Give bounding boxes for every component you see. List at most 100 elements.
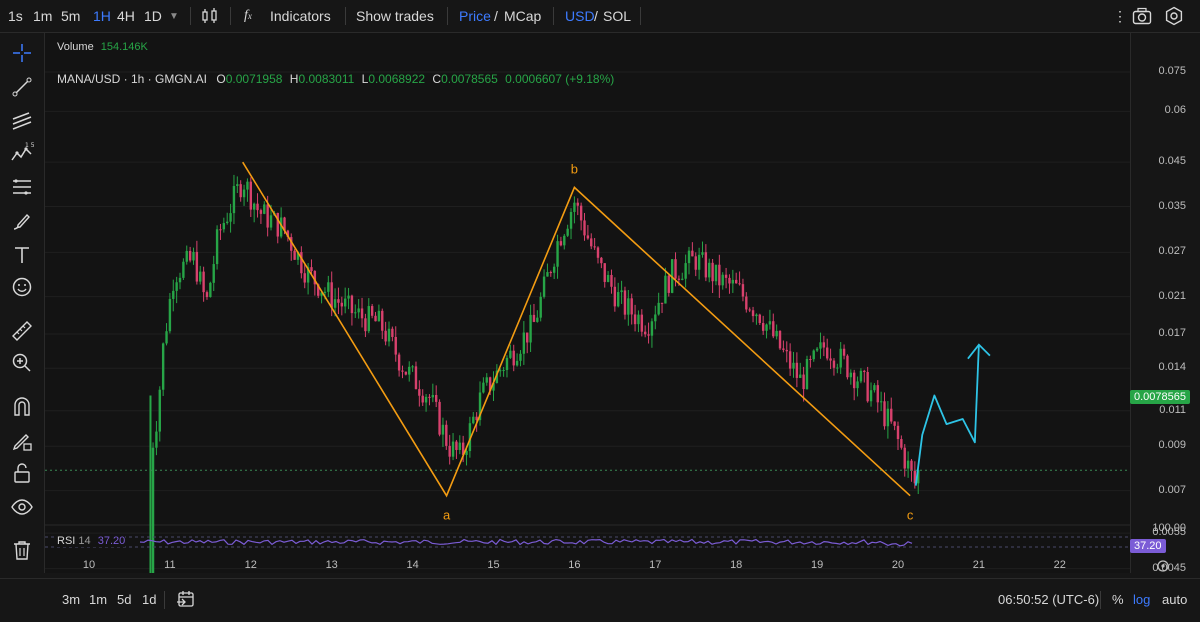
time-tick: 16 xyxy=(568,559,581,571)
candle-body xyxy=(212,264,215,283)
percent-toggle[interactable]: % xyxy=(1112,592,1124,607)
candle-body xyxy=(647,334,650,336)
candle-body xyxy=(239,184,242,198)
zoom-in-icon[interactable] xyxy=(10,351,34,375)
candle-body xyxy=(482,382,485,393)
ruler-icon[interactable] xyxy=(10,319,34,343)
log-toggle[interactable]: log xyxy=(1133,592,1150,607)
candle-body xyxy=(428,396,431,398)
interval-1d[interactable]: 1D xyxy=(144,8,162,24)
candle-body xyxy=(812,350,815,360)
candle-body xyxy=(667,275,670,293)
mcap-toggle[interactable]: MCap xyxy=(504,8,541,24)
sol-toggle[interactable]: SOL xyxy=(603,8,631,24)
candle-body xyxy=(704,252,708,278)
candle-body xyxy=(246,181,249,190)
candle-body xyxy=(620,290,623,293)
interval-1m[interactable]: 1m xyxy=(33,8,52,24)
candle-body xyxy=(876,385,879,403)
candle-body xyxy=(735,279,738,284)
usd-toggle[interactable]: USD xyxy=(565,8,595,24)
candle-body xyxy=(765,324,768,331)
change-value: 0.0006607 (+9.18%) xyxy=(505,72,615,86)
more-options-icon[interactable]: ⋮ xyxy=(1113,8,1127,25)
auto-toggle[interactable]: auto xyxy=(1162,592,1187,607)
trash-icon[interactable] xyxy=(10,538,34,562)
price-toggle[interactable]: Price xyxy=(459,8,491,24)
price-tick: 0.06 xyxy=(1164,104,1186,117)
emoji-icon[interactable] xyxy=(10,275,34,299)
candle-body xyxy=(249,181,252,210)
scale-settings-icon[interactable] xyxy=(1156,559,1170,573)
candle-body xyxy=(694,256,697,270)
candle-body xyxy=(613,286,617,307)
interval-4h[interactable]: 4H xyxy=(117,8,135,24)
wave-label-c: c xyxy=(907,508,914,523)
candle-body xyxy=(199,271,202,282)
candle-body xyxy=(360,308,364,319)
candle-body xyxy=(155,431,158,448)
candle-body xyxy=(188,250,192,261)
candle-body xyxy=(165,331,168,344)
candle-body xyxy=(788,351,792,369)
camera-icon[interactable] xyxy=(1132,7,1152,25)
range-5d[interactable]: 5d xyxy=(117,592,131,607)
price-tick: 0.035 xyxy=(1158,199,1186,212)
range-1m[interactable]: 1m xyxy=(89,592,107,607)
time-tick: 18 xyxy=(730,559,743,571)
pattern-icon[interactable]: 1 5 xyxy=(10,141,34,165)
chart-canvas[interactable]: a b c xyxy=(45,33,1130,573)
eye-icon[interactable] xyxy=(10,495,34,519)
magnet-icon[interactable] xyxy=(10,395,34,419)
candle-body xyxy=(327,282,330,292)
rsi-legend: RSI 14 37.20 xyxy=(57,535,126,547)
go-to-date-icon[interactable] xyxy=(176,590,196,608)
candle-body xyxy=(455,441,458,450)
candle-body xyxy=(731,279,735,284)
unlock-icon[interactable] xyxy=(10,461,34,485)
trend-line-icon[interactable] xyxy=(10,75,34,99)
candle-body xyxy=(583,220,586,236)
candle-body xyxy=(209,282,212,298)
interval-1s[interactable]: 1s xyxy=(8,8,23,24)
candle-body xyxy=(890,408,893,422)
candle-body xyxy=(822,342,826,348)
candle-body xyxy=(354,312,357,314)
candle-body xyxy=(485,377,488,383)
candle-body xyxy=(741,284,745,297)
interval-5m[interactable]: 5m xyxy=(61,8,80,24)
candle-body xyxy=(266,204,269,228)
lock-drawing-icon[interactable] xyxy=(10,429,34,453)
candle-body xyxy=(687,250,691,264)
clock-display[interactable]: 06:50:52 (UTC-6) xyxy=(998,592,1099,607)
divider xyxy=(640,7,641,25)
candle-body xyxy=(343,298,347,307)
brush-icon[interactable] xyxy=(10,209,34,233)
candle-body xyxy=(310,267,313,272)
price-chart[interactable]: a b c xyxy=(45,33,1130,573)
text-icon[interactable] xyxy=(10,243,34,267)
candle-body xyxy=(219,229,222,231)
show-trades-button[interactable]: Show trades xyxy=(356,8,434,24)
candle-body xyxy=(226,221,229,224)
channel-icon[interactable] xyxy=(10,109,34,133)
price-tick: 0.009 xyxy=(1158,439,1186,452)
range-1d[interactable]: 1d xyxy=(142,592,156,607)
candle-body xyxy=(215,229,219,265)
fib-retracement-icon[interactable] xyxy=(10,175,34,199)
interval-dropdown-icon[interactable]: ▼ xyxy=(169,11,179,22)
candle-body xyxy=(819,342,822,349)
candle-type-icon[interactable] xyxy=(201,8,219,24)
candle-body xyxy=(431,395,435,398)
candle-body xyxy=(566,228,569,236)
crosshair-icon[interactable] xyxy=(10,41,34,65)
function-icon[interactable]: fx xyxy=(244,8,252,24)
candle-body xyxy=(175,282,178,291)
candle-body xyxy=(681,278,684,280)
rsi-label: RSI xyxy=(57,535,76,547)
interval-1h[interactable]: 1H xyxy=(93,8,111,24)
indicators-button[interactable]: Indicators xyxy=(270,8,331,24)
settings-icon[interactable] xyxy=(1164,6,1184,26)
range-3m[interactable]: 3m xyxy=(62,592,80,607)
candle-body xyxy=(350,295,354,314)
